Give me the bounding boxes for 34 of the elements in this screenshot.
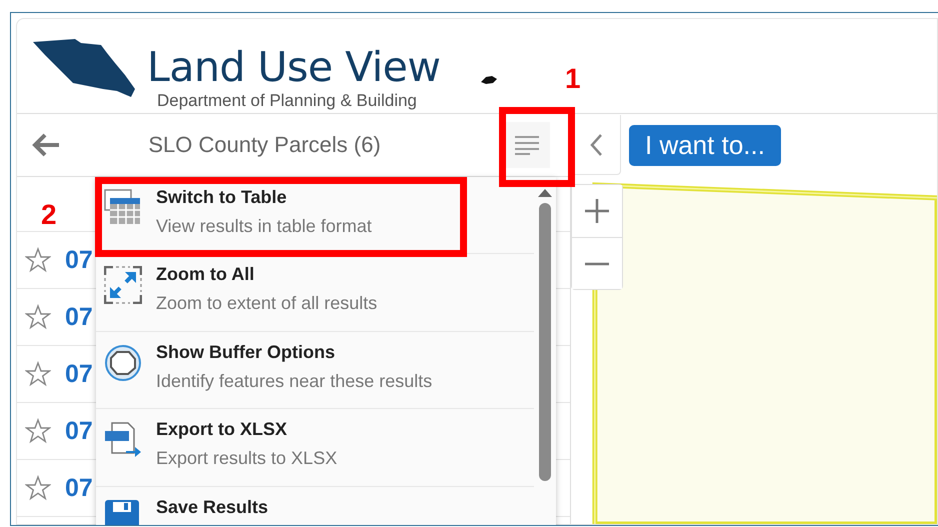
star-icon[interactable] — [25, 475, 51, 501]
parcel-number[interactable]: 07 — [65, 302, 93, 332]
star-icon[interactable] — [25, 247, 51, 273]
zoom-extent-icon — [104, 266, 142, 304]
menu-icon — [514, 135, 540, 155]
i-want-to-button[interactable]: I want to... — [629, 124, 781, 166]
zoom-out-button[interactable] — [572, 237, 622, 289]
buffer-icon — [104, 344, 142, 382]
panel-title: SLO County Parcels (6) — [147, 132, 382, 158]
menu-item[interactable]: Save Results — [96, 486, 534, 525]
star-icon[interactable] — [25, 418, 51, 444]
app-title: Land Use View — [147, 45, 440, 89]
menu-item[interactable]: Export to XLSX Export results to XLSX — [96, 409, 534, 487]
step-number: 1 — [565, 63, 581, 95]
back-arrow-icon — [31, 132, 61, 158]
menu-item[interactable]: Zoom to All Zoom to extent of all results — [96, 254, 534, 332]
parcel-number[interactable]: 07 — [65, 246, 93, 274]
step-number: 2 — [41, 199, 57, 231]
parcel-number[interactable]: 07 — [65, 416, 93, 446]
minus-icon — [584, 262, 610, 266]
scrollbar-thumb[interactable] — [539, 203, 551, 481]
parcel-number[interactable]: 07 — [65, 474, 93, 502]
menu-item[interactable]: Show Buffer Options Identify features near these results — [96, 332, 534, 410]
app-subtitle: Department of Planning & Building — [157, 91, 417, 111]
plus-icon — [584, 198, 610, 224]
spreadsheet-export-icon — [104, 421, 142, 460]
menu-item[interactable]: Switch to Table View results in table format — [96, 177, 534, 254]
star-icon[interactable] — [25, 361, 51, 387]
ink-blot-icon — [480, 75, 498, 85]
parcel-number[interactable]: 07 — [65, 360, 93, 388]
star-icon[interactable] — [25, 304, 51, 330]
menu-button[interactable] — [504, 122, 550, 168]
chevron-left-icon — [588, 132, 602, 156]
table-icon — [104, 189, 142, 227]
